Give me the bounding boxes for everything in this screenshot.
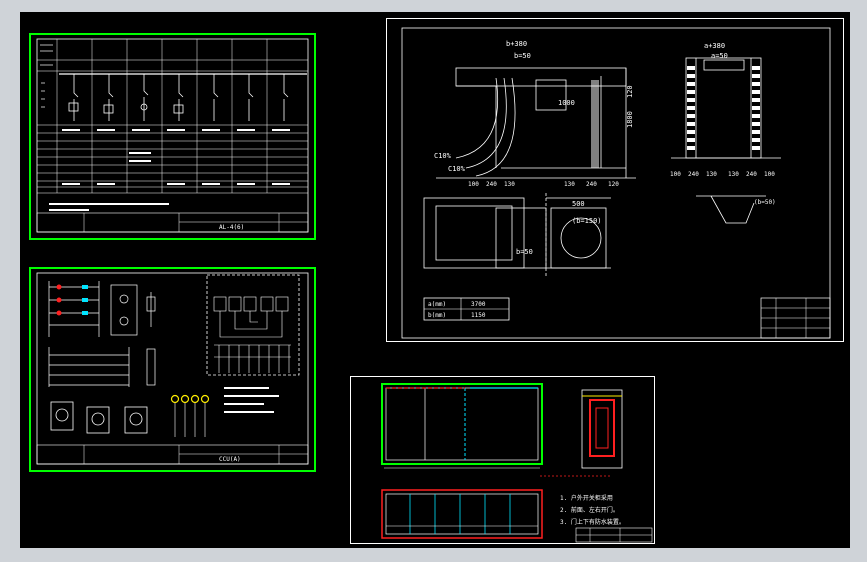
right-dim-5: 100 [764, 171, 775, 178]
dim-500: 500 [572, 200, 585, 208]
dim-a380: a+380 [704, 42, 725, 50]
note-1: 1. 户外开关柜采用 [560, 494, 613, 502]
sheet-distribution-schematic[interactable]: AL-4(6) [29, 33, 316, 240]
right-dim-1: 240 [688, 171, 699, 178]
dim-b380: b+380 [506, 40, 527, 48]
dim-1000: 1000 [558, 99, 575, 107]
table-b-value: 1150 [471, 312, 486, 319]
note-3: 3. 门上下有防水装置。 [560, 518, 625, 526]
sheet1-title: AL-4(6) [219, 224, 244, 231]
right-dim-2: 130 [706, 171, 717, 178]
dim-b50-detail: (b=50) [754, 199, 776, 206]
right-dim-3: 130 [728, 171, 739, 178]
dim-a50: a=50 [711, 52, 728, 60]
cad-model-space[interactable]: AL-4(6) CCU(A) b+380 b=50 1000 1800 120 … [20, 12, 850, 548]
bottom-dim-2: 130 [504, 181, 515, 188]
sheet2-title: CCU(A) [219, 456, 241, 463]
bottom-dim-3: 130 [564, 181, 575, 188]
right-dim-0: 100 [670, 171, 681, 178]
sheet-cabinet-elevation[interactable]: 1. 户外开关柜采用 2. 前面、左右开门。 3. 门上下有防水装置。 [350, 376, 655, 544]
table-a-value: 3700 [471, 301, 486, 308]
dim-b50-plan: b=50 [516, 248, 533, 256]
dim-120: 120 [626, 85, 634, 98]
table-b-label: b(mm) [428, 312, 446, 319]
bottom-dim-5: 120 [608, 181, 619, 188]
dim-b50: b=50 [514, 52, 531, 60]
right-dim-4: 240 [746, 171, 757, 178]
sheet-control-wiring[interactable]: CCU(A) [29, 267, 316, 472]
dim-c10-1: C10% [434, 152, 452, 160]
sheet-foundation-detail[interactable]: b+380 b=50 1000 1800 120 C10% C10% 100 2… [386, 18, 844, 342]
bottom-dim-4: 240 [586, 181, 597, 188]
bottom-dim-0: 100 [468, 181, 479, 188]
note-2: 2. 前面、左右开门。 [560, 506, 619, 514]
dim-b150: (b=150) [572, 217, 602, 225]
dim-1800: 1800 [626, 111, 634, 128]
dim-c10-2: C10% [448, 165, 466, 173]
table-a-label: a(mm) [428, 301, 446, 308]
bottom-dim-1: 240 [486, 181, 497, 188]
